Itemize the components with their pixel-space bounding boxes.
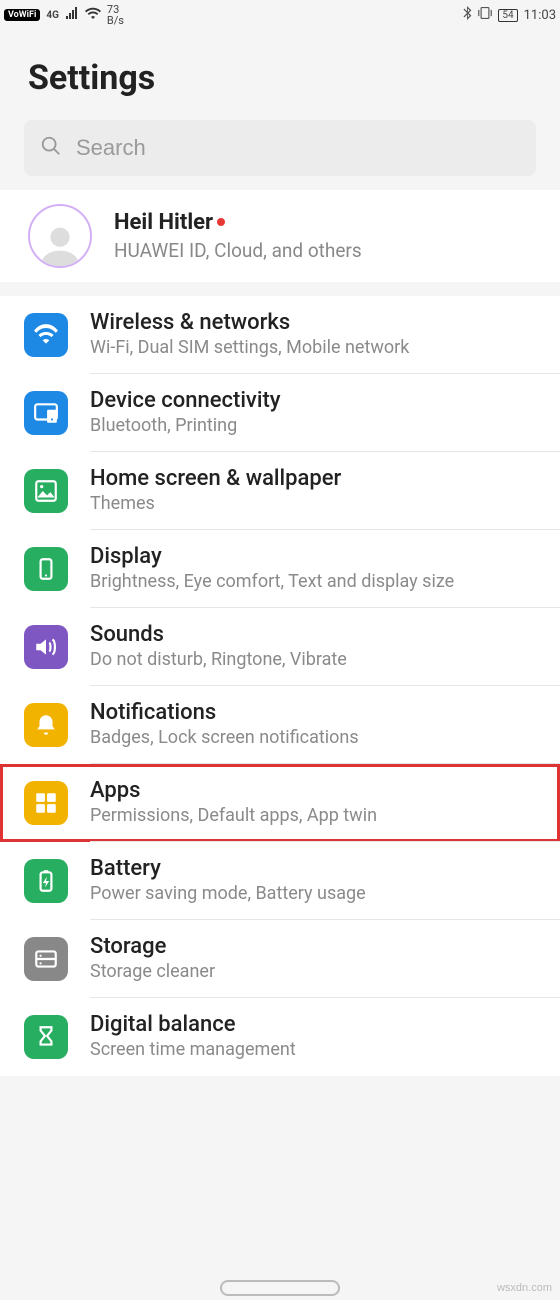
devices-icon [24, 391, 68, 435]
search-icon [40, 135, 62, 161]
row-title: Home screen & wallpaper [90, 466, 548, 491]
hourglass-icon [24, 1015, 68, 1059]
row-title: Display [90, 544, 548, 569]
wifi-icon [24, 313, 68, 357]
row-text: Digital balance Screen time management [90, 1012, 548, 1062]
nav-pill[interactable] [220, 1280, 340, 1296]
account-name: Heil Hitler [114, 210, 213, 235]
page-title: Settings [28, 58, 532, 98]
row-subtitle: Do not disturb, Ringtone, Vibrate [90, 649, 548, 670]
settings-list: Wireless & networks Wi-Fi, Dual SIM sett… [0, 296, 560, 1076]
setting-row-battery[interactable]: Battery Power saving mode, Battery usage [0, 842, 560, 920]
setting-row-storage[interactable]: Storage Storage cleaner [0, 920, 560, 998]
row-subtitle: Permissions, Default apps, App twin [90, 805, 548, 826]
row-title: Apps [90, 778, 548, 803]
row-title: Digital balance [90, 1012, 548, 1037]
battery-indicator: 54 [498, 9, 517, 22]
row-title: Sounds [90, 622, 548, 647]
setting-row-home[interactable]: Home screen & wallpaper Themes [0, 452, 560, 530]
signal-icon [65, 7, 79, 23]
image-icon [24, 469, 68, 513]
battery-icon [24, 859, 68, 903]
status-left: VoWiFi 4G 73B/s [4, 4, 124, 26]
row-text: Wireless & networks Wi-Fi, Dual SIM sett… [90, 310, 548, 360]
row-subtitle: Brightness, Eye comfort, Text and displa… [90, 571, 548, 592]
row-title: Battery [90, 856, 548, 881]
row-title: Device connectivity [90, 388, 548, 413]
phone-icon [24, 547, 68, 591]
row-subtitle: Storage cleaner [90, 961, 548, 982]
vibrate-icon [478, 6, 492, 24]
row-subtitle: Themes [90, 493, 548, 514]
status-bar: VoWiFi 4G 73B/s 54 11:03 [0, 0, 560, 30]
row-subtitle: Screen time management [90, 1039, 548, 1060]
account-row[interactable]: Heil Hitler HUAWEI ID, Cloud, and others [0, 190, 560, 282]
search-container [0, 120, 560, 190]
bell-icon [24, 703, 68, 747]
row-text: Battery Power saving mode, Battery usage [90, 856, 548, 906]
notification-dot-icon [217, 218, 225, 226]
setting-row-sounds[interactable]: Sounds Do not disturb, Ringtone, Vibrate [0, 608, 560, 686]
search-box[interactable] [24, 120, 536, 176]
setting-row-digital[interactable]: Digital balance Screen time management [0, 998, 560, 1076]
row-subtitle: Power saving mode, Battery usage [90, 883, 548, 904]
row-text: Storage Storage cleaner [90, 934, 548, 984]
network-indicator: 4G [46, 10, 59, 21]
row-text: Home screen & wallpaper Themes [90, 466, 548, 516]
row-subtitle: Bluetooth, Printing [90, 415, 548, 436]
setting-row-connectivity[interactable]: Device connectivity Bluetooth, Printing [0, 374, 560, 452]
setting-row-wireless[interactable]: Wireless & networks Wi-Fi, Dual SIM sett… [0, 296, 560, 374]
row-subtitle: Badges, Lock screen notifications [90, 727, 548, 748]
page-header: Settings [0, 30, 560, 120]
clock: 11:03 [524, 8, 556, 23]
row-text: Sounds Do not disturb, Ringtone, Vibrate [90, 622, 548, 672]
row-title: Wireless & networks [90, 310, 548, 335]
row-title: Notifications [90, 700, 548, 725]
row-text: Device connectivity Bluetooth, Printing [90, 388, 548, 438]
storage-icon [24, 937, 68, 981]
row-subtitle: Wi-Fi, Dual SIM settings, Mobile network [90, 337, 548, 358]
wifi-status-icon [85, 7, 101, 23]
avatar [28, 204, 92, 268]
search-input[interactable] [76, 135, 520, 161]
apps-icon [24, 781, 68, 825]
row-text: Display Brightness, Eye comfort, Text an… [90, 544, 548, 594]
data-speed: 73B/s [107, 4, 124, 26]
row-title: Storage [90, 934, 548, 959]
speaker-icon [24, 625, 68, 669]
status-right: 54 11:03 [462, 6, 556, 24]
setting-row-notifications[interactable]: Notifications Badges, Lock screen notifi… [0, 686, 560, 764]
account-subtitle: HUAWEI ID, Cloud, and others [114, 239, 548, 262]
row-text: Notifications Badges, Lock screen notifi… [90, 700, 548, 750]
vowifi-badge: VoWiFi [4, 9, 40, 21]
bluetooth-icon [462, 6, 472, 24]
setting-row-apps[interactable]: Apps Permissions, Default apps, App twin [0, 764, 560, 842]
setting-row-display[interactable]: Display Brightness, Eye comfort, Text an… [0, 530, 560, 608]
watermark: wsxdn.com [497, 1282, 552, 1294]
row-text: Apps Permissions, Default apps, App twin [90, 778, 548, 828]
account-text: Heil Hitler HUAWEI ID, Cloud, and others [114, 210, 548, 262]
